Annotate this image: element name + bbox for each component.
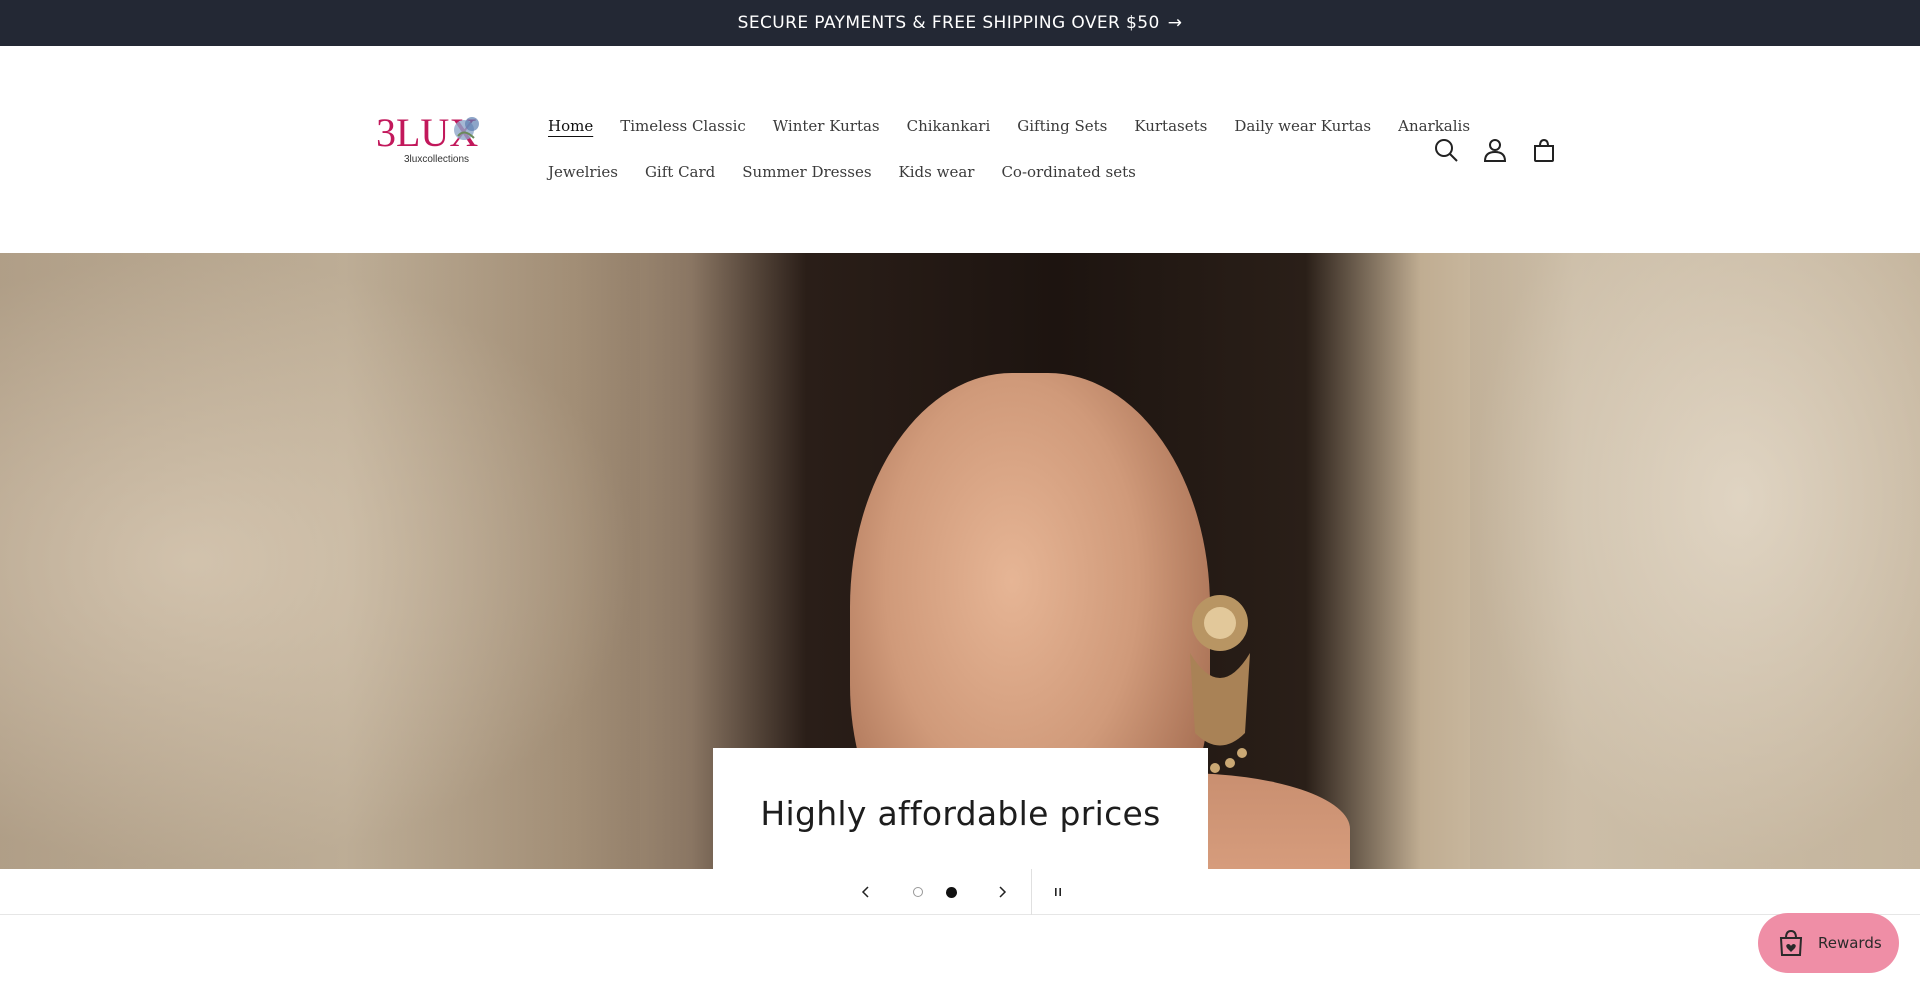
announcement-text: SECURE PAYMENTS & FREE SHIPPING OVER $50 xyxy=(737,13,1160,33)
logo-subtitle: 3luxcollections xyxy=(404,154,470,165)
next-section xyxy=(0,916,1920,993)
slideshow-controls xyxy=(0,869,1920,915)
hero-caption-box: Highly affordable prices xyxy=(713,748,1208,869)
shopping-bag-heart-icon xyxy=(1779,929,1803,956)
nav-item-winter-kurtas[interactable]: Winter Kurtas xyxy=(773,117,880,135)
nav-item-co-ordinated-sets[interactable]: Co-ordinated sets xyxy=(1001,163,1135,181)
nav-item-kids-wear[interactable]: Kids wear xyxy=(899,163,975,181)
nav-item-daily-wear-kurtas[interactable]: Daily wear Kurtas xyxy=(1234,117,1371,135)
site-header: 3LUX 3luxcollections Home Timeless Class… xyxy=(0,46,1920,253)
header-actions xyxy=(1430,134,1577,166)
next-slide-button[interactable] xyxy=(990,869,1014,915)
rewards-launcher-button[interactable]: Rewards xyxy=(1758,913,1899,973)
controls-divider xyxy=(1031,869,1032,915)
account-icon xyxy=(1483,139,1507,162)
announcement-bar[interactable]: SECURE PAYMENTS & FREE SHIPPING OVER $50… xyxy=(0,0,1920,46)
nav-row-2: Jewelries Gift Card Summer Dresses Kids … xyxy=(548,149,1398,195)
nav-item-gift-card[interactable]: Gift Card xyxy=(645,163,715,181)
nav-item-home[interactable]: Home xyxy=(548,117,593,135)
nav-row-1: Home Timeless Classic Winter Kurtas Chik… xyxy=(548,103,1470,149)
nav-item-anarkalis[interactable]: Anarkalis xyxy=(1398,117,1470,135)
slide-indicator-empty xyxy=(913,887,923,897)
cart-icon xyxy=(1534,138,1554,162)
pause-slideshow-button[interactable] xyxy=(1046,869,1070,915)
slide-indicator-active xyxy=(945,886,957,898)
nav-item-summer-dresses[interactable]: Summer Dresses xyxy=(742,163,871,181)
nav-item-kurtasets[interactable]: Kurtasets xyxy=(1134,117,1207,135)
site-logo[interactable]: 3LUX 3luxcollections xyxy=(376,106,486,168)
slide-dot-2[interactable] xyxy=(941,869,961,915)
main-navigation: Home Timeless Classic Winter Kurtas Chik… xyxy=(548,103,1470,195)
nav-item-gifting-sets[interactable]: Gifting Sets xyxy=(1017,117,1107,135)
chevron-left-icon xyxy=(861,886,869,898)
nav-item-timeless-classic[interactable]: Timeless Classic xyxy=(620,117,746,135)
pause-icon xyxy=(1055,888,1061,896)
hero-background-wall-left xyxy=(0,253,640,869)
nav-item-chikankari[interactable]: Chikankari xyxy=(907,117,991,135)
hero-background-wall-right xyxy=(1470,253,1920,869)
account-button[interactable] xyxy=(1479,134,1511,166)
chevron-right-icon xyxy=(999,886,1007,898)
hero-caption-text: Highly affordable prices xyxy=(760,794,1161,833)
search-icon xyxy=(1435,139,1458,162)
nav-item-jewelries[interactable]: Jewelries xyxy=(548,163,618,181)
cart-button[interactable] xyxy=(1528,134,1560,166)
hero-slideshow[interactable]: Highly affordable prices xyxy=(0,253,1920,869)
previous-slide-button[interactable] xyxy=(854,869,878,915)
search-button[interactable] xyxy=(1430,134,1462,166)
arrow-right-icon: → xyxy=(1167,13,1183,33)
slide-dot-1[interactable] xyxy=(908,869,928,915)
rewards-label: Rewards xyxy=(1818,934,1882,952)
